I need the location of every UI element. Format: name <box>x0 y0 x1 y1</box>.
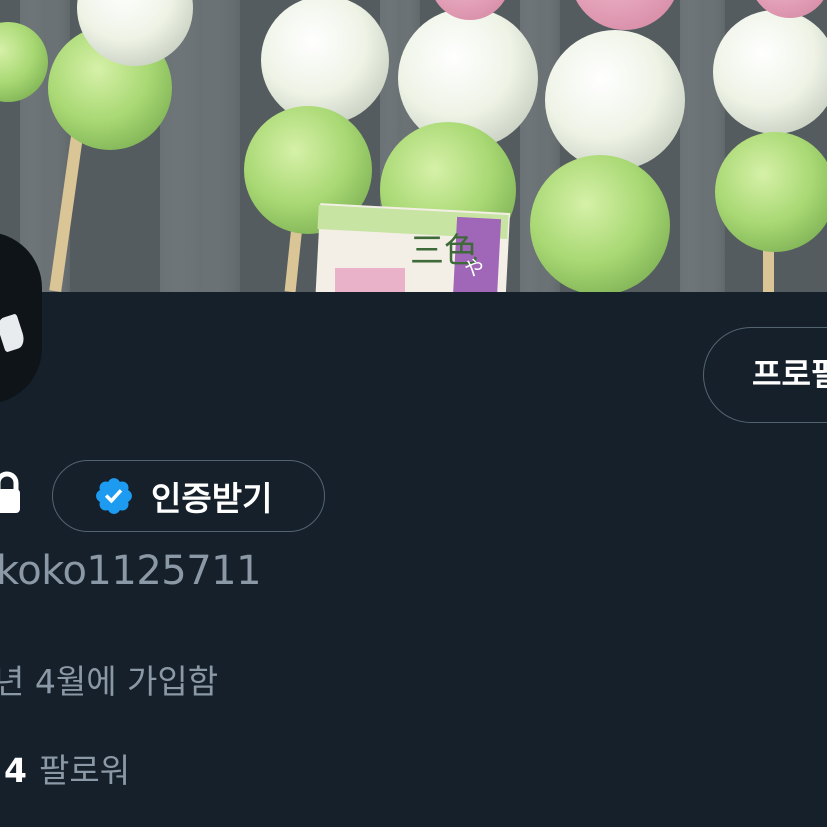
banner-product-label: 三色 や <box>315 203 511 292</box>
profile-handle: koko1125711 <box>0 548 262 594</box>
banner-label-sub: や <box>464 256 484 280</box>
banner-photo: 三色 や <box>0 0 827 292</box>
get-verified-label: 인증받기 <box>151 479 273 518</box>
avatar-image-detail <box>0 313 27 353</box>
profile-banner-image[interactable]: 三色 や <box>0 0 827 292</box>
get-verified-button[interactable]: 인증받기 <box>52 460 325 532</box>
followers-label: 팔로워 <box>38 751 131 790</box>
edit-profile-button[interactable]: 프로필 수정 <box>703 327 827 423</box>
lock-icon <box>0 471 20 513</box>
joined-date: 년 4월에 가입함 <box>0 662 219 701</box>
profile-page: 三色 や 프로필 수정 인증받기 koko1125711 년 4월에 가입함 4… <box>0 0 827 827</box>
followers-count: 4 <box>4 751 27 790</box>
verified-badge-icon <box>96 478 132 514</box>
followers-link[interactable]: 4 팔로워 <box>4 744 130 792</box>
